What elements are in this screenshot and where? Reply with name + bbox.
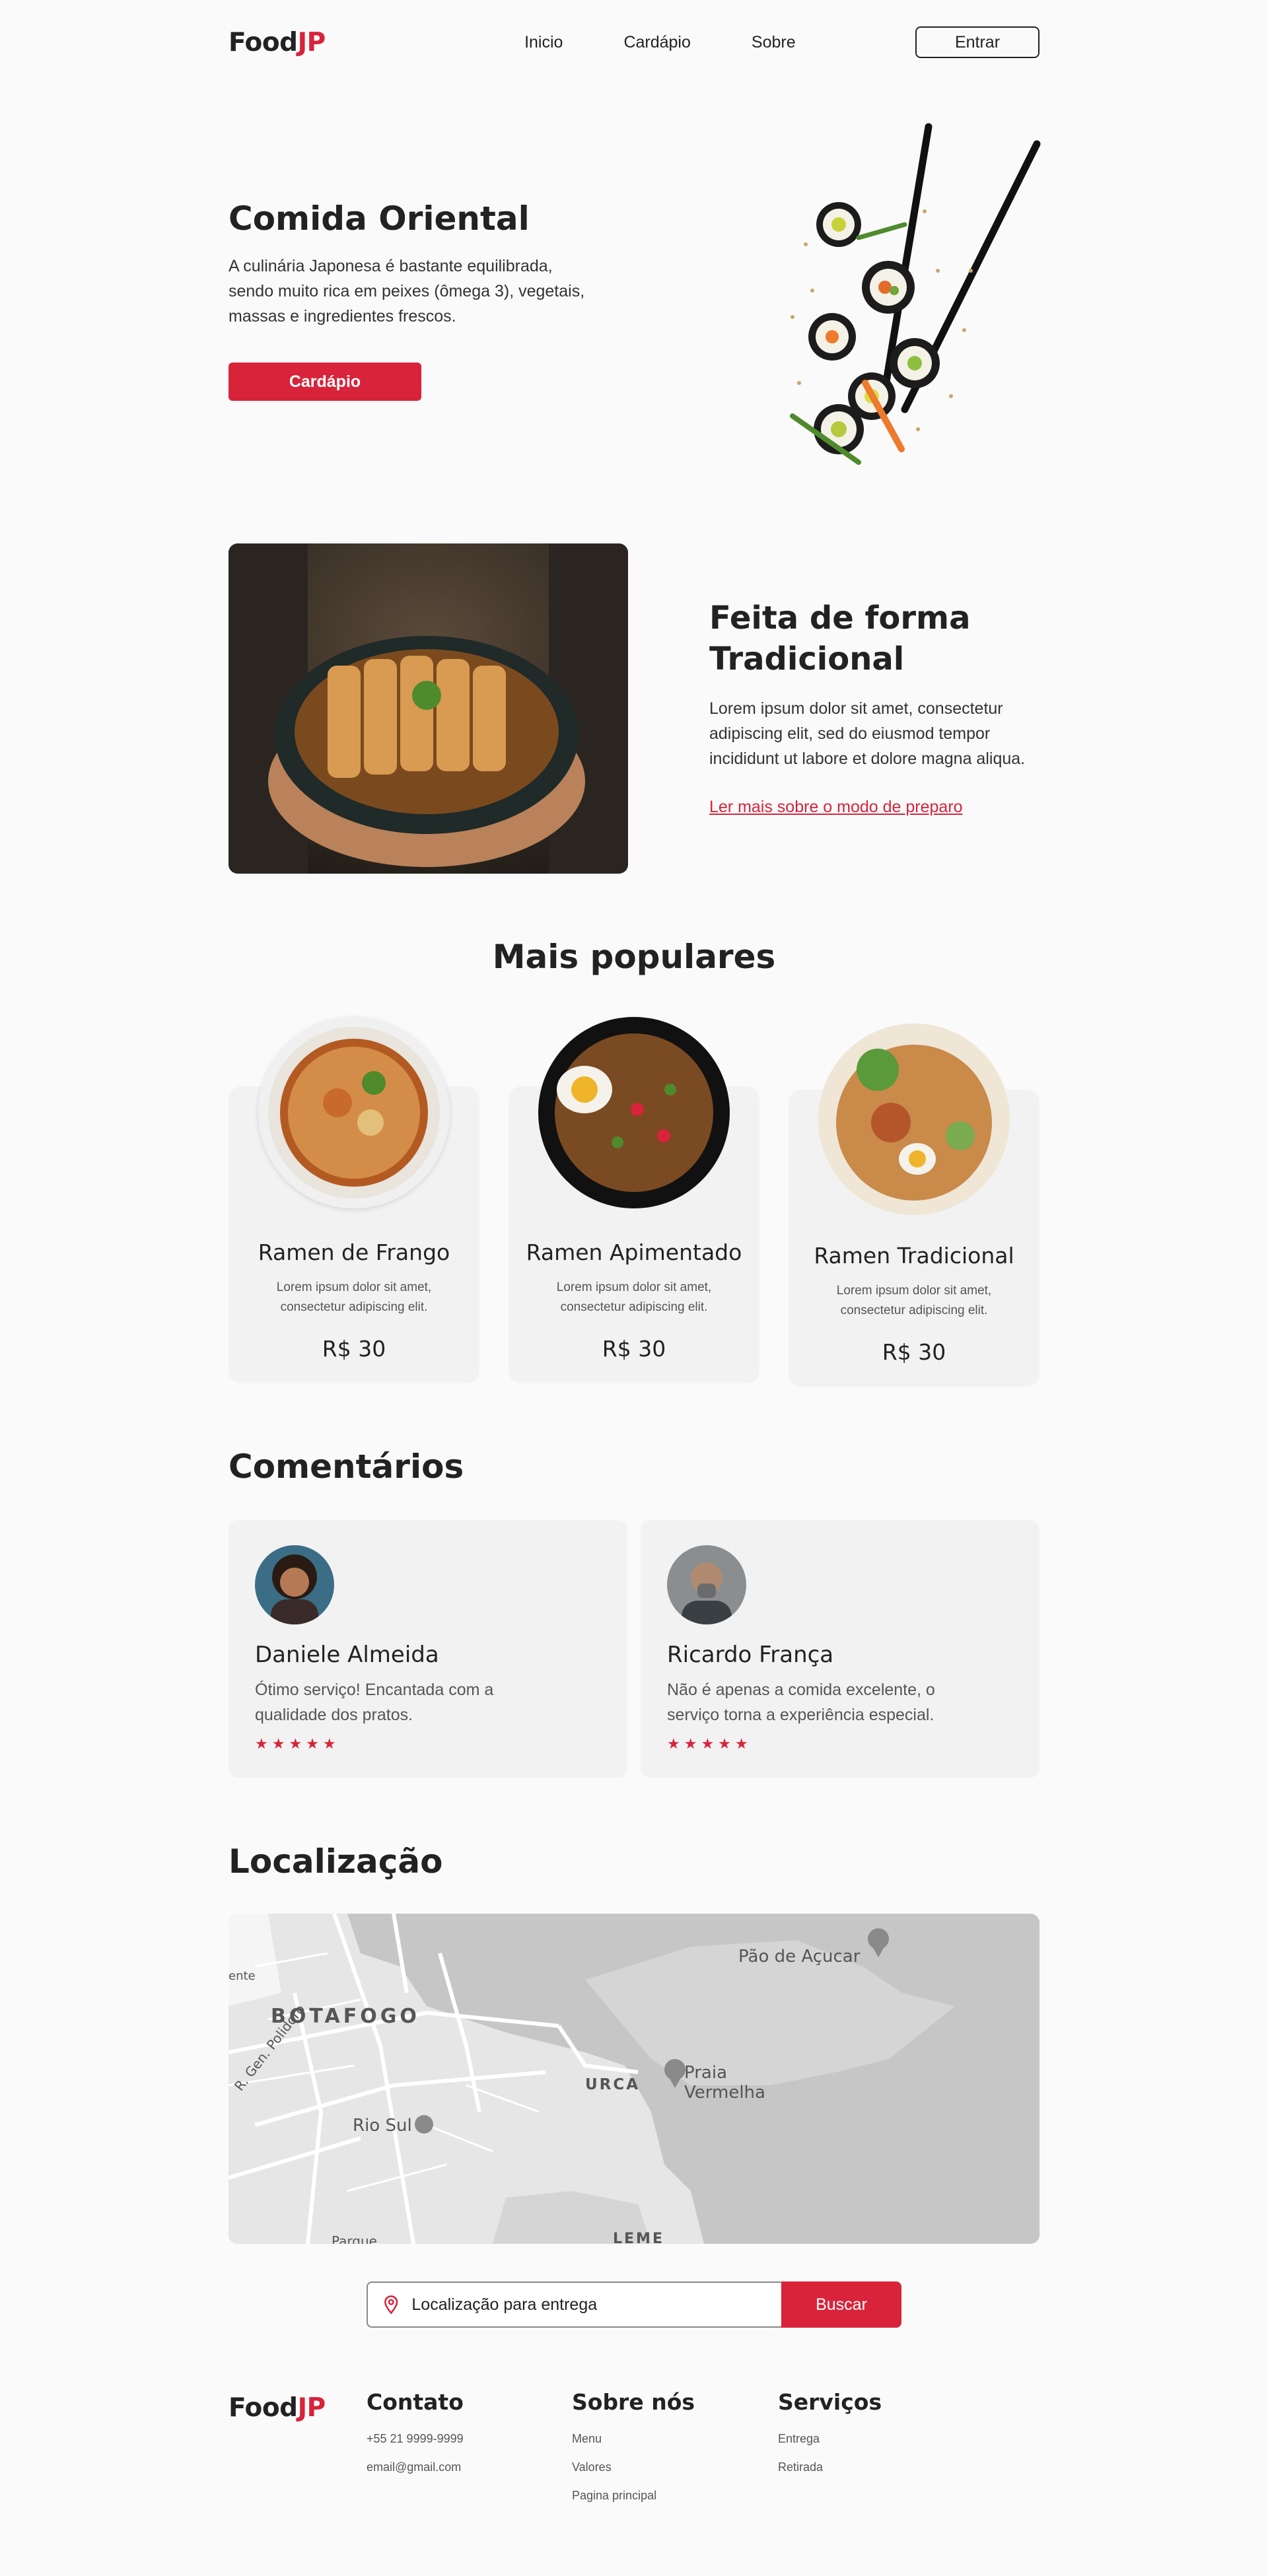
comment-author: Daniele Almeida (255, 1642, 439, 1668)
product-name: Ramen de Frango (258, 1239, 450, 1265)
rating-stars: ★★★★★ (667, 1735, 752, 1752)
logo-food: Food (229, 2393, 298, 2423)
ramen-frango-image (258, 1017, 450, 1208)
read-more-link[interactable]: Ler mais sobre o modo de preparo (709, 798, 963, 817)
logo-jp: JP (297, 27, 326, 57)
footer-services: Serviços Entrega Retirada (778, 2389, 882, 2489)
login-button[interactable]: Entrar (915, 26, 1039, 58)
map-label-praia: Praia (684, 2063, 727, 2083)
rating-stars: ★★★★★ (255, 1735, 340, 1752)
main-nav: Inicio Cardápio Sobre (524, 33, 796, 52)
footer-email[interactable]: email@gmail.com (367, 2460, 464, 2474)
product-card[interactable]: Ramen de Frango Lorem ipsum dolor sit am… (229, 1017, 479, 1383)
search-field (367, 2281, 781, 2328)
map-label-rio-sul: Rio Sul (353, 2116, 412, 2136)
footer-services-title: Serviços (778, 2389, 882, 2415)
footer-link-entrega[interactable]: Entrega (778, 2432, 882, 2446)
map-label-ente: ente (229, 1969, 256, 1983)
product-card[interactable]: Ramen Apimentado Lorem ipsum dolor sit a… (509, 1017, 759, 1383)
comment-card: Daniele Almeida Ótimo serviço! Encantada… (229, 1520, 627, 1778)
map-label-vermelha: Vermelha (684, 2083, 765, 2103)
map-label-parque: Parque (332, 2233, 377, 2244)
ramen-tradicional-image (818, 1024, 1010, 1215)
footer-link-menu[interactable]: Menu (572, 2432, 695, 2446)
feature-title: Feita de forma Tradicional (709, 600, 971, 678)
search-button[interactable]: Buscar (781, 2281, 901, 2328)
footer-link-retirada[interactable]: Retirada (778, 2460, 882, 2474)
product-price: R$ 30 (882, 1339, 946, 1365)
footer-logo[interactable]: FoodJP (229, 2393, 326, 2423)
nav-cardapio[interactable]: Cardápio (623, 33, 690, 52)
product-desc: Lorem ipsum dolor sit amet, consectetur … (836, 1284, 992, 1317)
map-label-pao-de-acucar: Pão de Açucar (738, 1947, 861, 1967)
comment-text: Ótimo serviço! Encantada com a qualidade… (255, 1681, 494, 1724)
footer-phone[interactable]: +55 21 9999-9999 (367, 2432, 464, 2446)
comment-author: Ricardo França (667, 1642, 834, 1668)
delivery-location-input[interactable] (411, 2295, 781, 2315)
avatar (255, 1545, 334, 1624)
footer-contact-title: Contato (367, 2389, 464, 2415)
site-header: FoodJP Inicio Cardápio Sobre Entrar (229, 24, 1039, 61)
product-name: Ramen Apimentado (526, 1239, 742, 1265)
hero-menu-button[interactable]: Cardápio (229, 363, 421, 401)
ramen-apimentado-image (538, 1017, 730, 1208)
footer-link-valores[interactable]: Valores (572, 2460, 695, 2474)
product-desc: Lorem ipsum dolor sit amet, consectetur … (276, 1280, 432, 1314)
footer-about: Sobre nós Menu Valores Pagina principal (572, 2389, 695, 2517)
comment-text: Não é apenas a comida excelente, o servi… (667, 1681, 935, 1724)
product-price: R$ 30 (602, 1336, 666, 1362)
sushi-chopsticks-image (790, 123, 1041, 465)
map-label-urca: URCA (585, 2076, 641, 2093)
logo-food: Food (229, 27, 298, 57)
footer-about-title: Sobre nós (572, 2389, 695, 2415)
hero-title: Comida Oriental (229, 199, 530, 238)
map-label-leme: LEME (613, 2231, 664, 2244)
location-title: Localização (229, 1842, 443, 1881)
product-price: R$ 30 (322, 1336, 386, 1362)
nav-sobre[interactable]: Sobre (752, 33, 796, 52)
location-pin-icon (384, 2295, 398, 2315)
location-map[interactable]: BOTAFOGO URCA Pão de Açucar Praia Vermel… (229, 1914, 1039, 2244)
popular-title: Mais populares (492, 938, 776, 976)
logo[interactable]: FoodJP (229, 28, 326, 57)
katsu-bowl-image (229, 543, 628, 874)
product-card[interactable]: Ramen Tradicional Lorem ipsum dolor sit … (789, 1024, 1039, 1387)
comment-card: Ricardo França Não é apenas a comida exc… (641, 1520, 1039, 1778)
delivery-search: Buscar (367, 2281, 901, 2328)
product-desc: Lorem ipsum dolor sit amet, consectetur … (556, 1280, 712, 1314)
feature-text: Lorem ipsum dolor sit amet, consectetur … (709, 699, 1026, 768)
hero-text: A culinária Japonesa é bastante equilibr… (229, 257, 585, 326)
sushi-rolls (808, 202, 940, 454)
footer-link-pagina-principal[interactable]: Pagina principal (572, 2489, 695, 2503)
comments-title: Comentários (229, 1447, 464, 1486)
avatar (667, 1545, 746, 1624)
logo-jp: JP (297, 2393, 326, 2423)
nav-inicio[interactable]: Inicio (524, 33, 563, 52)
product-name: Ramen Tradicional (814, 1243, 1014, 1269)
footer-contact: Contato +55 21 9999-9999 email@gmail.com (367, 2389, 464, 2489)
